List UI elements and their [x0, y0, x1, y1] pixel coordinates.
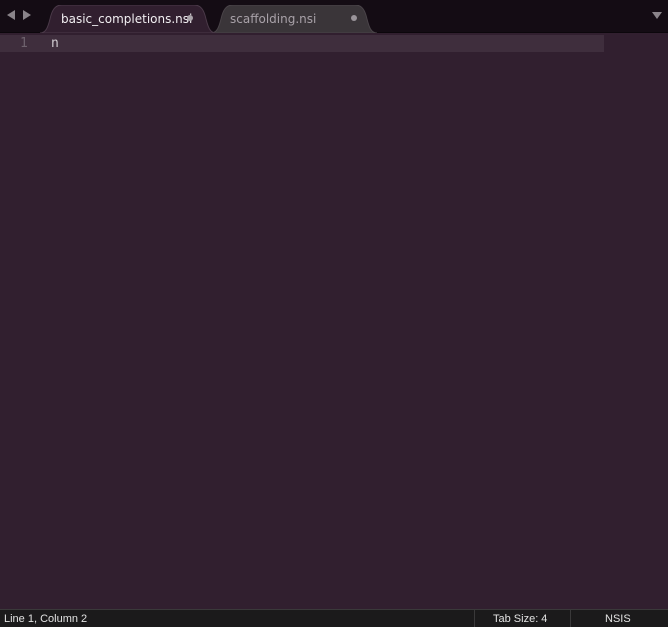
- current-line-highlight: [0, 35, 604, 52]
- chevron-left-icon[interactable]: [7, 10, 15, 20]
- unsaved-dot-icon[interactable]: [351, 15, 357, 21]
- status-divider: [570, 610, 571, 627]
- status-bar: Line 1, Column 2 Tab Size: 4 NSIS: [0, 609, 668, 627]
- unsaved-dot-icon[interactable]: [187, 15, 193, 21]
- editor-window: scaffolding.nsi basic_completions.nsi 1 …: [0, 0, 668, 627]
- status-divider: [474, 610, 475, 627]
- tab-basic-completions[interactable]: basic_completions.nsi: [40, 5, 216, 33]
- code-line[interactable]: n: [51, 36, 59, 51]
- tab-size-selector[interactable]: Tab Size: 4: [493, 613, 547, 625]
- chevron-down-icon[interactable]: [652, 12, 662, 19]
- cursor-position: Line 1, Column 2: [4, 613, 88, 625]
- tab-label: scaffolding.nsi: [230, 12, 317, 26]
- tab-bar: scaffolding.nsi basic_completions.nsi: [0, 0, 668, 33]
- line-number: 1: [20, 36, 28, 51]
- syntax-selector[interactable]: NSIS: [605, 613, 631, 625]
- code-editor[interactable]: 1 n: [0, 33, 668, 609]
- chevron-right-icon[interactable]: [23, 10, 31, 20]
- tab-scaffolding[interactable]: scaffolding.nsi: [211, 5, 377, 33]
- tab-label: basic_completions.nsi: [61, 12, 193, 26]
